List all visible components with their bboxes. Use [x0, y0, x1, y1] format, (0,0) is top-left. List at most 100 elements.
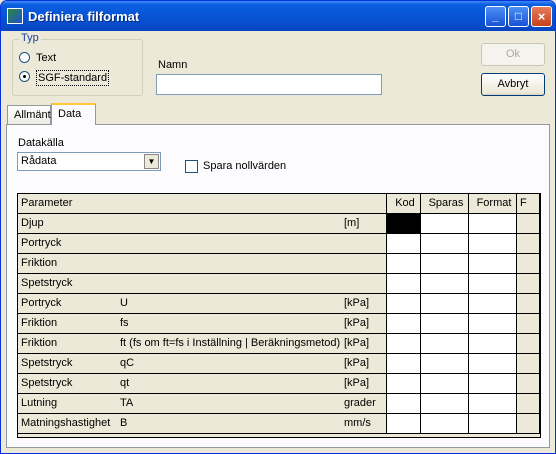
kod-cell[interactable] — [387, 414, 421, 434]
sparas-cell[interactable] — [421, 394, 469, 414]
column-header-sparas[interactable]: Sparas — [421, 194, 469, 214]
close-icon[interactable]: × — [531, 6, 552, 27]
parameter-code: TA — [120, 397, 134, 409]
parameter-name: Matningshastighet — [21, 417, 111, 429]
f-cell[interactable] — [517, 234, 540, 254]
parameter-grid: Parameter Kod Sparas Format F Djup [m] Por… — [17, 193, 541, 438]
column-header-parameter[interactable]: Parameter — [18, 194, 387, 214]
kod-cell[interactable] — [387, 374, 421, 394]
kod-cell[interactable] — [387, 254, 421, 274]
f-cell[interactable] — [517, 314, 540, 334]
parameter-cell[interactable]: Friktion ft (fs om ft=fs i Inställning | … — [18, 334, 387, 354]
sparas-cell[interactable] — [421, 414, 469, 434]
table-row[interactable]: Friktion ft (fs om ft=fs i Inställning | … — [18, 334, 540, 354]
kod-cell[interactable] — [387, 354, 421, 374]
parameter-cell[interactable]: Friktion fs [kPa] — [18, 314, 387, 334]
parameter-cell[interactable]: Friktion — [18, 254, 387, 274]
format-cell[interactable] — [469, 374, 517, 394]
maximize-icon[interactable]: □ — [508, 6, 529, 27]
f-cell[interactable] — [517, 394, 540, 414]
parameter-cell[interactable]: Djup [m] — [18, 214, 387, 234]
parameter-code: ft (fs om ft=fs i Inställning | Beräknin… — [120, 337, 341, 349]
parameter-unit: [kPa] — [344, 377, 370, 389]
f-cell[interactable] — [517, 214, 540, 234]
sparas-cell[interactable] — [421, 274, 469, 294]
format-cell[interactable] — [469, 334, 517, 354]
parameter-cell[interactable]: Lutning TA grader — [18, 394, 387, 414]
column-header-f[interactable]: F — [517, 194, 540, 214]
table-row[interactable]: Lutning TA grader — [18, 394, 540, 414]
f-cell[interactable] — [517, 334, 540, 354]
table-row[interactable]: Matningshastighet Bmm/s — [18, 414, 540, 434]
format-cell[interactable] — [469, 274, 517, 294]
sparas-cell[interactable] — [421, 234, 469, 254]
table-row[interactable]: Spetstryck — [18, 274, 540, 294]
kod-cell[interactable] — [387, 274, 421, 294]
title-bar[interactable]: Definiera filformat _ □ × — [1, 1, 555, 31]
column-header-kod[interactable]: Kod — [387, 194, 421, 214]
table-row[interactable]: Portryck U [kPa] — [18, 294, 540, 314]
format-cell[interactable] — [469, 294, 517, 314]
parameter-cell[interactable]: Spetstryck qt [kPa] — [18, 374, 387, 394]
sparas-cell[interactable] — [421, 314, 469, 334]
f-cell[interactable] — [517, 254, 540, 274]
sparas-cell[interactable] — [421, 214, 469, 234]
parameter-code: B — [120, 417, 128, 429]
kod-cell[interactable] — [387, 234, 421, 254]
f-cell[interactable] — [517, 274, 540, 294]
sparas-cell[interactable] — [421, 294, 469, 314]
ok-button[interactable]: Ok — [481, 43, 545, 66]
parameter-cell[interactable]: Spetstryck — [18, 274, 387, 294]
f-cell[interactable] — [517, 354, 540, 374]
parameter-cell[interactable]: Portryck U [kPa] — [18, 294, 387, 314]
column-header-format[interactable]: Format — [469, 194, 517, 214]
parameter-name: Lutning — [21, 397, 58, 409]
kod-cell[interactable] — [387, 214, 421, 234]
minimize-icon[interactable]: _ — [485, 6, 506, 27]
sparas-cell[interactable] — [421, 354, 469, 374]
chevron-down-icon[interactable]: ▼ — [144, 154, 159, 169]
sparas-cell[interactable] — [421, 374, 469, 394]
kod-cell[interactable] — [387, 294, 421, 314]
parameter-name: Portryck — [21, 297, 62, 309]
typ-groupbox: Typ Text SGF-standard — [12, 32, 143, 96]
vertical-scrollbar[interactable]: ▲ ▼ — [540, 194, 541, 437]
table-row[interactable]: Spetstryck qt [kPa] — [18, 374, 540, 394]
table-row[interactable]: Djup [m] — [18, 214, 540, 234]
kod-cell[interactable] — [387, 334, 421, 354]
parameter-name: Friktion — [21, 337, 58, 349]
tab-allmant[interactable]: Allmänt — [7, 105, 51, 125]
datakalla-select[interactable]: Rådata ▼ — [17, 152, 161, 171]
f-cell[interactable] — [517, 414, 540, 434]
parameter-code: qt — [120, 377, 130, 389]
format-cell[interactable] — [469, 214, 517, 234]
format-cell[interactable] — [469, 234, 517, 254]
spara-nollvarden-checkbox[interactable] — [185, 160, 198, 173]
parameter-unit: grader — [344, 397, 376, 409]
kod-cell[interactable] — [387, 394, 421, 414]
kod-cell[interactable] — [387, 314, 421, 334]
typ-legend: Typ — [19, 32, 41, 44]
table-row[interactable]: Friktion fs [kPa] — [18, 314, 540, 334]
table-row[interactable]: Spetstryck qC [kPa] — [18, 354, 540, 374]
format-cell[interactable] — [469, 414, 517, 434]
f-cell[interactable] — [517, 294, 540, 314]
format-cell[interactable] — [469, 254, 517, 274]
window-title: Definiera filformat — [28, 9, 140, 24]
sparas-cell[interactable] — [421, 254, 469, 274]
table-row[interactable]: Portryck — [18, 234, 540, 254]
namn-input[interactable] — [156, 74, 382, 95]
radio-text-circle[interactable] — [19, 52, 30, 63]
f-cell[interactable] — [517, 374, 540, 394]
parameter-cell[interactable]: Portryck — [18, 234, 387, 254]
table-row[interactable]: Friktion — [18, 254, 540, 274]
parameter-cell[interactable]: Spetstryck qC [kPa] — [18, 354, 387, 374]
radio-sgf-circle[interactable] — [19, 71, 30, 82]
parameter-cell[interactable]: Matningshastighet Bmm/s — [18, 414, 387, 434]
format-cell[interactable] — [469, 354, 517, 374]
format-cell[interactable] — [469, 314, 517, 334]
cancel-button[interactable]: Avbryt — [481, 73, 545, 96]
format-cell[interactable] — [469, 394, 517, 414]
sparas-cell[interactable] — [421, 334, 469, 354]
tab-data[interactable]: Data — [51, 103, 96, 125]
